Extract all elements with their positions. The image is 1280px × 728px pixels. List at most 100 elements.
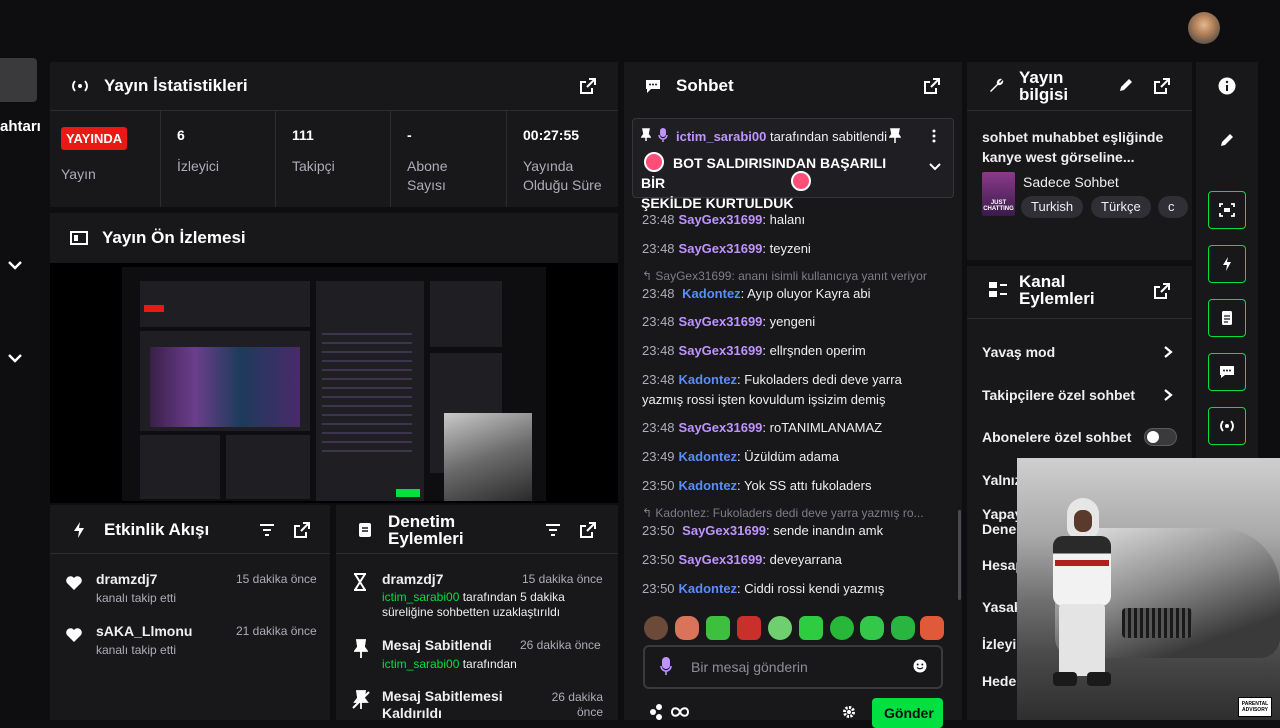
msg-user[interactable]: Kadontez xyxy=(679,478,738,493)
chevron-down-icon[interactable] xyxy=(7,259,23,271)
subs-only-toggle[interactable] xyxy=(1144,428,1177,446)
tag-turkish[interactable]: Turkish xyxy=(1021,196,1084,218)
reply-hint[interactable]: ↰ SayGex31699: ananı isimli kullanıcıya … xyxy=(642,269,927,283)
emote-pepe[interactable] xyxy=(706,616,730,640)
chevron-right-icon[interactable] xyxy=(1162,346,1174,358)
activity-user[interactable]: sAKA_Llmonu xyxy=(96,623,192,639)
tag-turkce[interactable]: Türkçe xyxy=(1091,196,1151,218)
mod-time-2: önce xyxy=(576,705,603,719)
emote-face[interactable] xyxy=(644,616,668,640)
desc-line-1: sohbet muhabbet eşliğinde xyxy=(982,129,1164,145)
followers-value: 111 xyxy=(292,127,314,143)
emote-angry[interactable] xyxy=(737,616,761,640)
msg-time: 23:48 xyxy=(642,212,675,227)
chat-header: Sohbet xyxy=(644,72,734,100)
tag-cut[interactable]: c xyxy=(1158,196,1188,218)
followers-only-item[interactable]: Takipçilere özel sohbet xyxy=(982,387,1135,403)
emote-zombie[interactable] xyxy=(768,616,792,640)
chevron-right-icon[interactable] xyxy=(1162,389,1174,401)
popout-icon[interactable] xyxy=(292,520,312,540)
cut-item-1[interactable]: Yalnız xyxy=(982,472,1022,488)
chevron-down-icon[interactable] xyxy=(7,352,23,364)
emote-green-2[interactable] xyxy=(830,616,854,640)
msg-user[interactable]: Kadontez xyxy=(679,581,738,596)
more-options-icon[interactable] xyxy=(931,129,937,143)
broadcast-button[interactable] xyxy=(1208,407,1246,445)
mod-item-user[interactable]: dramzdj7 xyxy=(382,571,443,587)
channel-actions-divider xyxy=(967,318,1192,319)
emote-green-4[interactable] xyxy=(891,616,915,640)
chat-message: 23:48 SayGex31699: roTANIMLANAMAZ xyxy=(642,418,942,438)
emote-frog-hat[interactable] xyxy=(920,616,944,640)
category-name[interactable]: Sadece Sohbet xyxy=(1023,174,1119,190)
msg-user[interactable]: Kadontez xyxy=(682,286,741,301)
msg-user[interactable]: SayGex31699 xyxy=(679,212,763,227)
subs-stat: - Abone Sayısı xyxy=(391,111,507,207)
chevron-down-icon[interactable] xyxy=(929,163,941,171)
msg-user[interactable]: SayGex31699 xyxy=(679,241,763,256)
unpin-icon[interactable] xyxy=(889,128,901,144)
msg-user[interactable]: SayGex31699 xyxy=(682,523,766,538)
reply-hint[interactable]: ↰ Kadontez: Fukoladers dedi deve yarra y… xyxy=(642,506,924,520)
info-icon[interactable] xyxy=(1218,77,1236,95)
activity-desc: kanalı takip etti xyxy=(96,591,177,605)
desc-line-2: kanye west görseline... xyxy=(982,149,1135,165)
mod-actor[interactable]: ictim_sarabi00 xyxy=(382,590,459,604)
popout-icon[interactable] xyxy=(1152,281,1172,301)
mod-title-line-2: Kaldırıldı xyxy=(382,705,442,721)
channel-actions-title: Kanal Eylemleri xyxy=(1019,273,1095,307)
activity-divider xyxy=(50,553,330,554)
ad-button[interactable] xyxy=(1208,245,1246,283)
chat-scrollbar[interactable] xyxy=(958,510,961,600)
slow-mode-item[interactable]: Yavaş mod xyxy=(982,344,1055,360)
activity-time: 21 dakika önce xyxy=(236,624,317,638)
notes-button[interactable] xyxy=(1208,299,1246,337)
category-thumbnail[interactable]: JUST CHATTING xyxy=(982,172,1015,216)
broadcast-icon xyxy=(72,80,88,92)
clip-button[interactable] xyxy=(1208,191,1246,229)
chat-button[interactable] xyxy=(1208,353,1246,391)
cut-item-6[interactable]: Hede xyxy=(982,673,1016,689)
chat-message: 23:50 Kadontez: Ciddi rossi kendi yazmış xyxy=(642,579,942,599)
emoji-picker-icon[interactable] xyxy=(913,659,927,673)
msg-user[interactable]: SayGex31699 xyxy=(679,552,763,567)
emote-green-1[interactable] xyxy=(799,616,823,640)
popout-icon[interactable] xyxy=(1152,76,1172,96)
left-nav-active-item[interactable] xyxy=(0,58,37,102)
filter-icon[interactable] xyxy=(257,520,277,540)
edit-pencil-icon[interactable] xyxy=(1118,77,1134,93)
cut-item-4[interactable]: Yasak xyxy=(982,599,1022,615)
clip-icon xyxy=(1219,203,1235,217)
filter-icon[interactable] xyxy=(543,520,563,540)
mini-info xyxy=(430,281,502,347)
msg-user[interactable]: SayGex31699 xyxy=(679,420,763,435)
subs-label-2: Sayısı xyxy=(407,177,446,193)
msg-time: 23:48 xyxy=(642,420,675,435)
emote-green-3[interactable] xyxy=(860,616,884,640)
msg-text: : sende inandın amk xyxy=(766,523,884,538)
pinned-by-user[interactable]: ictim_sarabi00 xyxy=(676,129,766,144)
activity-user[interactable]: dramzdj7 xyxy=(96,571,157,587)
msg-user[interactable]: Kadontez xyxy=(679,372,738,387)
msg-user[interactable]: SayGex31699 xyxy=(679,343,763,358)
popout-icon[interactable] xyxy=(578,76,598,96)
mini-mod xyxy=(226,435,310,499)
settings-gear-icon[interactable] xyxy=(842,705,856,719)
mod-item-title: Mesaj Sabitlendi xyxy=(382,637,492,653)
mod-desc-2: süreliğine sohbetten uzaklaştırıldı xyxy=(382,605,561,619)
msg-time: 23:48 xyxy=(642,343,675,358)
popout-icon[interactable] xyxy=(578,520,598,540)
user-avatar[interactable] xyxy=(1188,12,1220,44)
uptime-value: 00:27:55 xyxy=(523,127,580,143)
followers-label: Takipçi xyxy=(292,158,335,174)
popout-icon[interactable] xyxy=(922,76,942,96)
cut-item-5[interactable]: İzleyi xyxy=(982,636,1016,652)
emote-hand[interactable] xyxy=(675,616,699,640)
edit-pencil-icon[interactable] xyxy=(1219,132,1235,148)
stream-video[interactable] xyxy=(50,263,618,503)
mod-actor[interactable]: ictim_sarabi00 xyxy=(382,657,459,671)
chat-title: Sohbet xyxy=(676,76,734,95)
msg-user[interactable]: Kadontez xyxy=(679,449,738,464)
msg-user[interactable]: SayGex31699 xyxy=(679,314,763,329)
channel-points-icon[interactable] xyxy=(648,702,690,720)
